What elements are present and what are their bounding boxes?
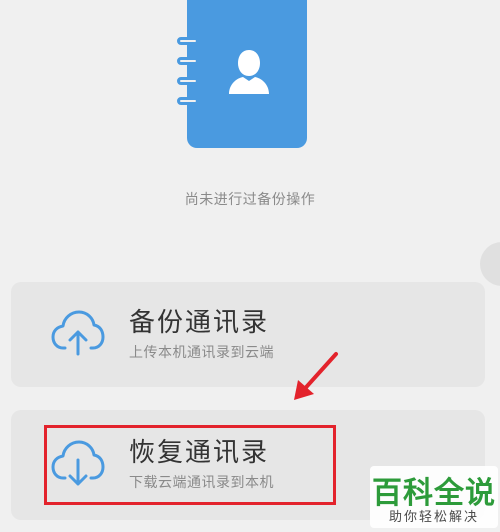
book-ring xyxy=(177,77,199,85)
backup-subtitle: 上传本机通讯录到云端 xyxy=(129,345,274,361)
watermark: 百科全说 助你轻松解决 xyxy=(370,466,498,528)
book-ring xyxy=(177,37,199,45)
highlight-box xyxy=(44,425,336,505)
book-ring xyxy=(177,97,199,105)
cloud-upload-icon xyxy=(51,310,105,356)
side-handle[interactable] xyxy=(480,242,500,286)
backup-contacts-button[interactable]: 备份通讯录 上传本机通讯录到云端 xyxy=(11,282,485,387)
person-icon xyxy=(229,50,269,94)
empty-status-text: 尚未进行过备份操作 xyxy=(184,192,316,208)
backup-title: 备份通讯录 xyxy=(129,308,270,338)
pointer-arrow-icon xyxy=(294,352,338,400)
book-ring xyxy=(177,57,199,65)
watermark-slogan: 助你轻松解决 xyxy=(388,510,479,525)
